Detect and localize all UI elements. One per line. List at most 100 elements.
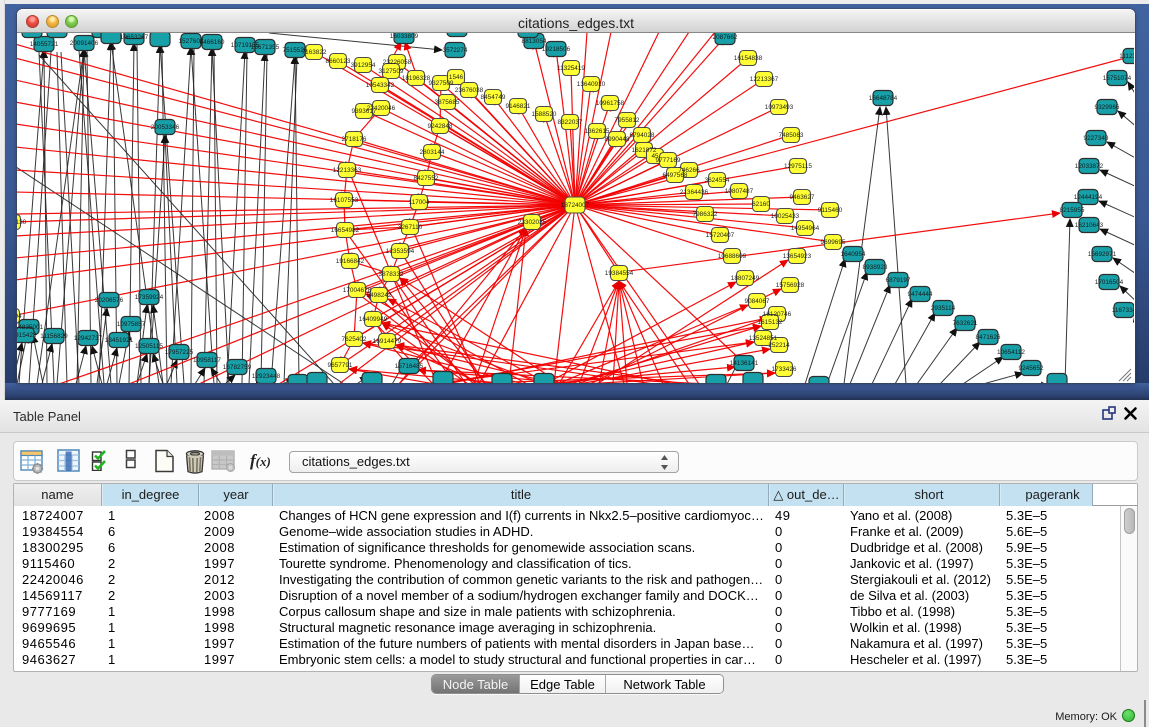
svg-text:7625402: 7625402 <box>342 336 367 343</box>
svg-text:16033809: 16033809 <box>390 33 419 40</box>
svg-text:8990448: 8990448 <box>605 136 630 143</box>
svg-text:62160: 62160 <box>752 201 770 208</box>
svg-text:19218506: 19218506 <box>542 46 571 53</box>
svg-text:2803144: 2803144 <box>420 149 445 156</box>
svg-text:18196328: 18196328 <box>402 75 431 82</box>
svg-text:12444194: 12444194 <box>1074 194 1103 201</box>
svg-text:16671355: 16671355 <box>251 44 280 51</box>
svg-text:3912954: 3912954 <box>351 62 376 69</box>
svg-text:9699695: 9699695 <box>821 239 846 246</box>
svg-text:3878332: 3878332 <box>379 271 404 278</box>
svg-text:13654923: 13654923 <box>783 253 812 260</box>
svg-text:10543342: 10543342 <box>366 82 395 89</box>
svg-text:16654982: 16654982 <box>331 227 360 234</box>
svg-text:3127509: 3127509 <box>379 68 404 75</box>
svg-text:3915423: 3915423 <box>17 332 37 339</box>
svg-text:12033872: 12033872 <box>1075 163 1104 170</box>
svg-text:7632621: 7632621 <box>953 320 978 327</box>
svg-text:9463627: 9463627 <box>790 194 815 201</box>
svg-text:8215955: 8215955 <box>1060 207 1085 214</box>
svg-text:23302035: 23302035 <box>518 219 547 226</box>
svg-text:16914479: 16914479 <box>373 338 402 345</box>
svg-text:19166842: 19166842 <box>336 258 365 265</box>
svg-text:6466160: 6466160 <box>200 39 225 46</box>
svg-text:23226058: 23226058 <box>383 59 412 66</box>
svg-text:3875685: 3875685 <box>435 99 460 106</box>
svg-text:23676038: 23676038 <box>455 87 484 94</box>
svg-text:12923448: 12923448 <box>252 373 281 380</box>
svg-text:11123704: 11123704 <box>1119 53 1134 60</box>
svg-text:9474444: 9474444 <box>908 291 933 298</box>
svg-text:9777169: 9777169 <box>656 157 681 164</box>
svg-text:1546: 1546 <box>449 74 464 81</box>
svg-text:13640910: 13640910 <box>577 81 606 88</box>
svg-text:11325419: 11325419 <box>557 65 585 72</box>
svg-text:10807487: 10807487 <box>725 188 754 195</box>
svg-text:9146821: 9146821 <box>506 103 531 110</box>
svg-text:20053346: 20053346 <box>151 124 180 131</box>
svg-text:15720407: 15720407 <box>706 232 735 239</box>
svg-text:12975115: 12975115 <box>784 163 812 170</box>
svg-text:18724007: 18724007 <box>561 202 590 209</box>
svg-text:10653267: 10653267 <box>120 34 149 41</box>
svg-text:18807249: 18807249 <box>731 275 760 282</box>
svg-text:16120746: 16120746 <box>763 311 792 318</box>
svg-text:15751074: 15751074 <box>1103 75 1132 82</box>
svg-text:14835001: 14835001 <box>17 324 44 331</box>
svg-text:16782759: 16782759 <box>223 364 252 371</box>
svg-text:2087662: 2087662 <box>713 34 738 41</box>
svg-text:8322037: 8322037 <box>558 119 583 126</box>
svg-text:19384554: 19384554 <box>605 270 634 277</box>
svg-text:6794028: 6794028 <box>630 132 655 139</box>
svg-text:20206576: 20206576 <box>95 297 124 304</box>
svg-text:9227343: 9227343 <box>1084 135 1109 142</box>
svg-text:14954964: 14954964 <box>791 225 820 232</box>
svg-text:12505115: 12505115 <box>135 343 163 350</box>
svg-text:15716485: 15716485 <box>395 363 424 370</box>
svg-text:21364436: 21364436 <box>680 189 709 196</box>
svg-text:7485063: 7485063 <box>779 132 804 139</box>
svg-text:3267110: 3267110 <box>398 224 423 231</box>
svg-text:7163822: 7163822 <box>302 49 327 56</box>
svg-text:6879197: 6879197 <box>886 277 911 284</box>
svg-text:14055721: 14055721 <box>30 41 59 48</box>
svg-text:453594: 453594 <box>17 313 22 320</box>
svg-text:10654112: 10654112 <box>997 349 1025 356</box>
svg-text:8660123: 8660123 <box>326 58 351 65</box>
svg-text:9245652: 9245652 <box>1019 365 1044 372</box>
svg-text:9084067: 9084067 <box>745 298 770 305</box>
svg-text:1362615: 1362615 <box>585 128 610 135</box>
svg-text:8471626: 8471626 <box>976 334 1001 341</box>
svg-text:9393617: 9393617 <box>352 108 377 115</box>
svg-text:9115460: 9115460 <box>818 207 843 214</box>
svg-text:9329966: 9329966 <box>1095 104 1120 111</box>
svg-text:8813054: 8813054 <box>522 38 547 45</box>
svg-text:16107553: 16107553 <box>330 197 359 204</box>
svg-text:11156829: 11156829 <box>40 333 68 340</box>
svg-text:15756928: 15756928 <box>776 282 805 289</box>
svg-text:1588520: 1588520 <box>532 111 557 118</box>
svg-text:1615132: 1615132 <box>758 319 783 326</box>
svg-text:7986322: 7986322 <box>693 211 718 218</box>
svg-text:16210643: 16210643 <box>1075 222 1104 229</box>
svg-text:9327509: 9327509 <box>429 80 454 87</box>
svg-text:16154838: 16154838 <box>734 55 763 62</box>
svg-text:1733426: 1733426 <box>772 366 797 373</box>
svg-text:10025433: 10025433 <box>771 213 800 220</box>
svg-text:20091406: 20091406 <box>70 40 99 47</box>
svg-text:8454749: 8454749 <box>481 94 506 101</box>
svg-text:6497568: 6497568 <box>663 172 688 179</box>
svg-text:10975857: 10975857 <box>117 321 146 328</box>
svg-text:12942737: 12942737 <box>74 335 103 342</box>
svg-text:17359924: 17359924 <box>135 294 164 301</box>
svg-text:117004: 117004 <box>409 199 430 206</box>
svg-text:8938923: 8938923 <box>863 264 888 271</box>
svg-text:12213363: 12213363 <box>333 167 362 174</box>
svg-text:252214: 252214 <box>768 342 790 349</box>
svg-text:14136141: 14136141 <box>730 360 759 367</box>
svg-text:17957225: 17957225 <box>165 349 194 356</box>
svg-text:3624554: 3624554 <box>705 177 730 184</box>
svg-text:1640954: 1640954 <box>841 251 866 258</box>
svg-text:8427552: 8427552 <box>414 175 439 182</box>
svg-text:10688609: 10688609 <box>718 253 747 260</box>
